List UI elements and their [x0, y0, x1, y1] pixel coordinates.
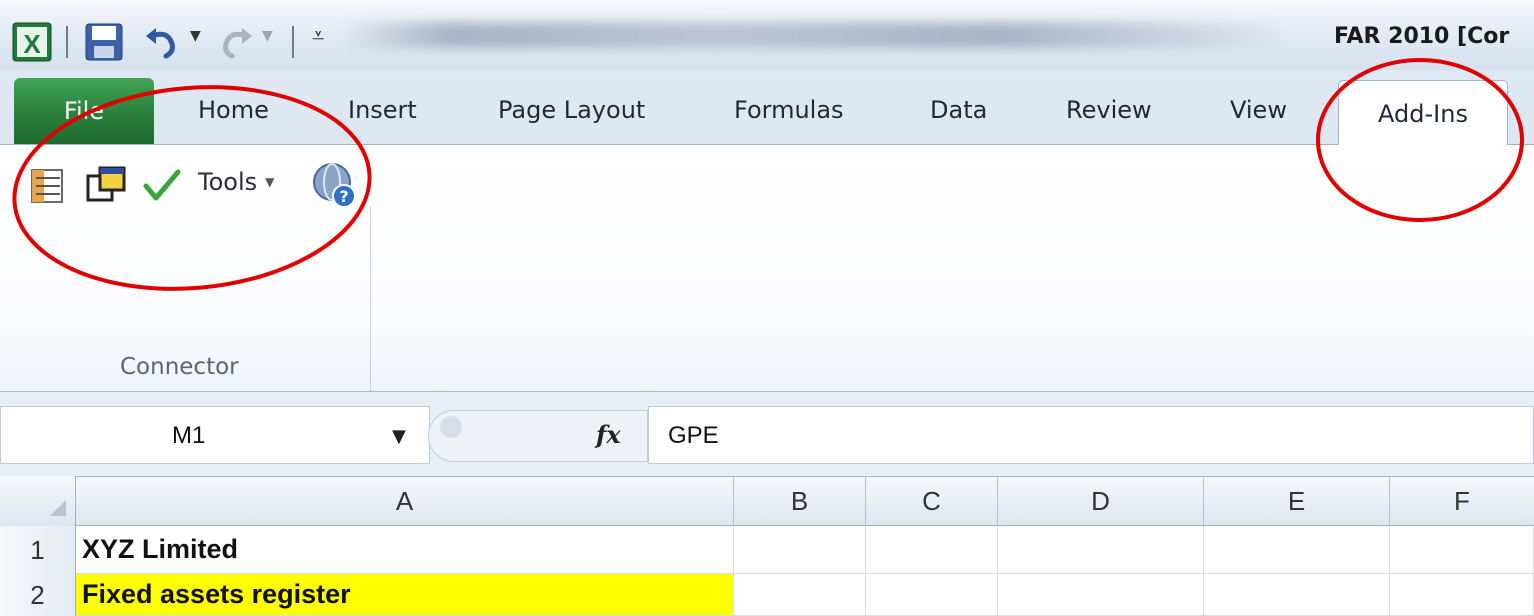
tab-home[interactable]: Home — [198, 96, 269, 124]
cell-c2[interactable] — [866, 574, 998, 616]
blurred-title-region — [340, 22, 1280, 48]
qat-separator — [66, 26, 68, 58]
tools-label: Tools — [198, 168, 258, 196]
qat-separator — [292, 26, 294, 58]
column-header-e[interactable]: E — [1204, 476, 1390, 526]
row-header-1[interactable]: 1 — [0, 526, 76, 574]
excel-icon[interactable]: X — [12, 22, 52, 62]
name-box-value: M1 — [172, 422, 206, 449]
column-header-f[interactable]: F — [1390, 476, 1534, 526]
cell-f1[interactable] — [1390, 526, 1534, 574]
cell-c1[interactable] — [866, 526, 998, 574]
ribbon-group-separator — [370, 206, 371, 392]
tools-dropdown[interactable]: Tools ▼ — [198, 168, 274, 196]
redo-dropdown-icon: ▼ — [262, 28, 273, 44]
chevron-down-icon: ▼ — [265, 175, 275, 189]
column-header-d[interactable]: D — [998, 476, 1204, 526]
undo-icon[interactable] — [142, 22, 182, 62]
tab-page-layout[interactable]: Page Layout — [498, 96, 645, 124]
svg-text:X: X — [23, 29, 41, 59]
formula-value: GPE — [668, 422, 719, 449]
name-box[interactable] — [0, 406, 430, 464]
undo-dropdown-icon[interactable]: ▼ — [190, 28, 201, 44]
cell-f2[interactable] — [1390, 574, 1534, 616]
checkmark-icon[interactable] — [142, 168, 182, 204]
name-box-dropdown-icon[interactable]: ▼ — [392, 426, 406, 447]
fx-label: fx — [596, 420, 621, 449]
tab-data[interactable]: Data — [930, 96, 987, 124]
svg-text:?: ? — [339, 187, 348, 206]
cell-a1[interactable]: XYZ Limited — [76, 526, 734, 574]
sheet-icon[interactable] — [28, 166, 68, 206]
tab-view[interactable]: View — [1230, 96, 1287, 124]
tab-formulas[interactable]: Formulas — [734, 96, 844, 124]
cell-b2[interactable] — [734, 574, 866, 616]
cell-b1[interactable] — [734, 526, 866, 574]
column-header-b[interactable]: B — [734, 476, 866, 526]
column-header-a[interactable]: A — [76, 476, 734, 526]
cell-e2[interactable] — [1204, 574, 1390, 616]
redo-icon — [223, 28, 252, 59]
tab-file[interactable]: File — [14, 78, 154, 144]
insert-function-icon[interactable]: fx — [596, 420, 621, 449]
windows-icon[interactable] — [84, 166, 128, 206]
cell-d2[interactable] — [998, 574, 1204, 616]
cell-e1[interactable] — [1204, 526, 1390, 574]
cell-a2[interactable]: Fixed assets register — [76, 574, 734, 616]
select-all-triangle-icon — [50, 500, 66, 516]
formula-input[interactable] — [648, 406, 1534, 464]
group-label-connector: Connector — [120, 354, 239, 380]
customize-qat-icon[interactable]: ⩡ — [312, 24, 324, 49]
save-icon[interactable] — [84, 22, 124, 62]
window-title: FAR 2010 [Cor — [1334, 24, 1510, 49]
column-header-c[interactable]: C — [866, 476, 998, 526]
tab-insert[interactable]: Insert — [348, 96, 417, 124]
tab-add-ins[interactable]: Add-Ins — [1338, 80, 1508, 147]
row-header-2[interactable]: 2 — [0, 574, 76, 616]
help-globe-icon[interactable]: ? — [310, 160, 358, 210]
tab-review[interactable]: Review — [1066, 96, 1152, 124]
cell-d1[interactable] — [998, 526, 1204, 574]
formula-cancel-icon — [440, 416, 462, 438]
